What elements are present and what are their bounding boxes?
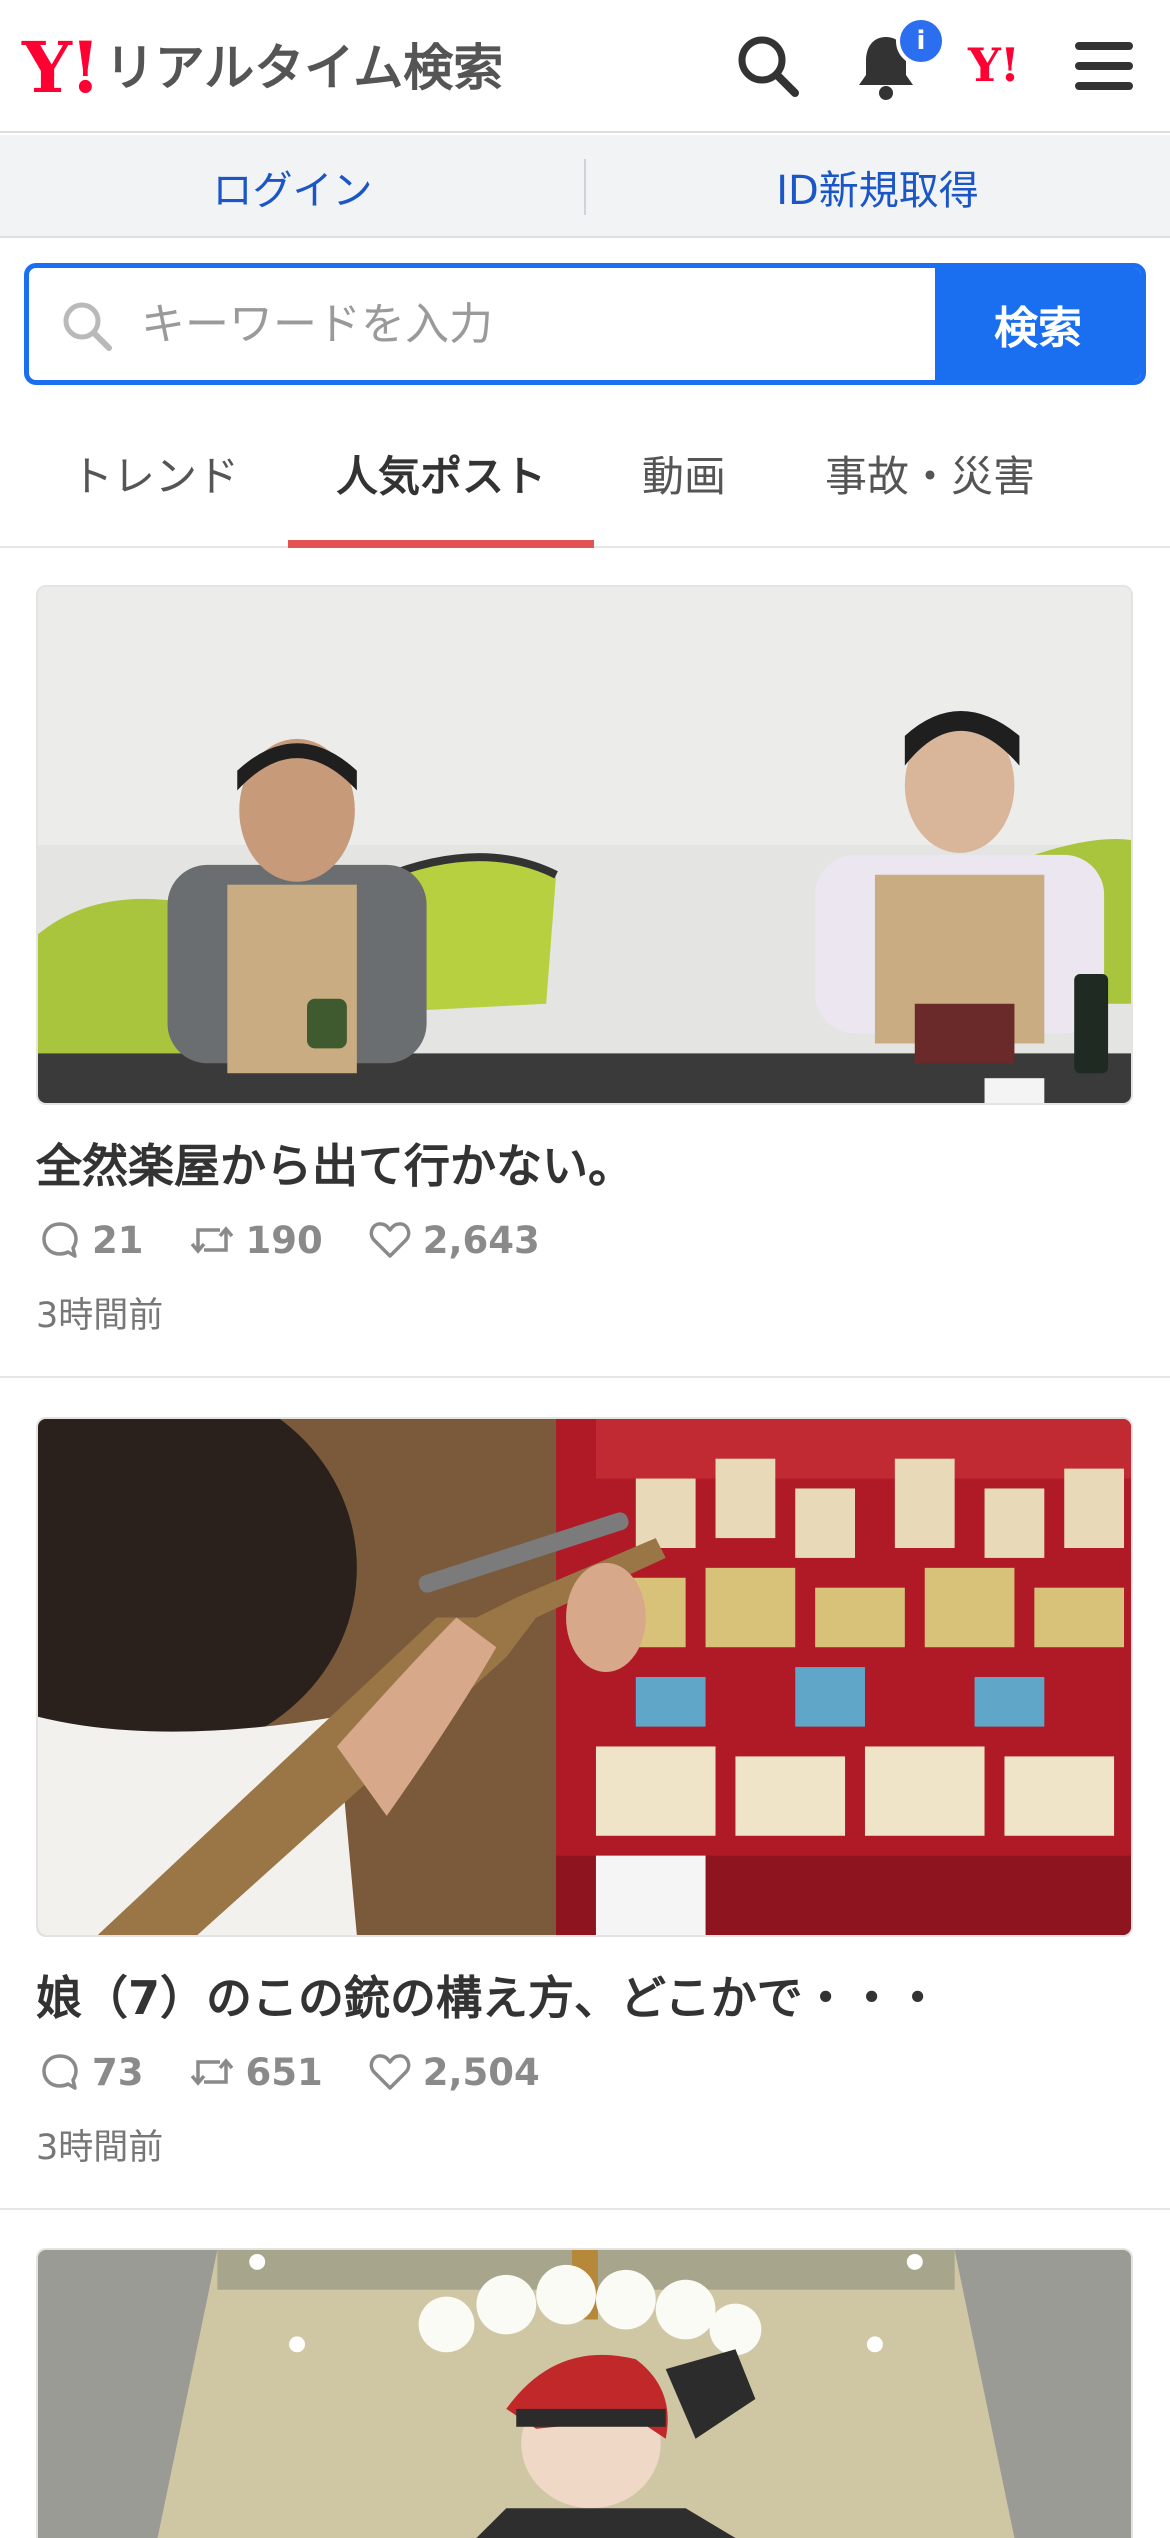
- reply-count-value: 21: [92, 1218, 144, 1262]
- post-card[interactable]: [0, 2248, 1170, 2538]
- realtime-search-title: リアルタイム検索: [104, 39, 504, 97]
- reply-count[interactable]: 21: [40, 1219, 144, 1262]
- login-bar: ログイン ID新規取得: [0, 135, 1170, 238]
- search-button[interactable]: 検索: [935, 268, 1141, 380]
- reply-count[interactable]: 73: [40, 2051, 144, 2094]
- post-title[interactable]: 全然楽屋から出て行かない。: [36, 1130, 1136, 1196]
- post-title[interactable]: 娘（7）のこの銃の構え方、どこかで・・・: [36, 1962, 1136, 2028]
- post-image[interactable]: [36, 1417, 1133, 1937]
- search-icon[interactable]: [730, 28, 806, 104]
- post-stats: 73 651 2,504: [40, 2047, 586, 2097]
- search-bar: 検索: [24, 263, 1146, 385]
- like-count[interactable]: 2,504: [369, 2051, 540, 2094]
- post-image[interactable]: [36, 585, 1133, 1105]
- register-link[interactable]: ID新規取得: [585, 135, 1170, 238]
- repost-count-value: 651: [245, 2050, 323, 2094]
- like-icon: [369, 2054, 411, 2090]
- repost-icon: [190, 1226, 233, 1254]
- post-card[interactable]: 娘（7）のこの銃の構え方、どこかで・・・ 73 651 2,504 3時間前: [0, 1417, 1170, 2210]
- app-header: Y! リアルタイム検索 i Y!: [0, 0, 1170, 133]
- search-field-icon: [63, 302, 112, 351]
- yahoo-realtime-logo[interactable]: Y! リアルタイム検索: [22, 28, 503, 108]
- like-count-value: 2,643: [422, 1218, 540, 1262]
- tab-trend[interactable]: トレンド: [50, 400, 260, 546]
- login-link[interactable]: ログイン: [0, 135, 585, 238]
- tab-accident-disaster[interactable]: 事故・災害: [790, 400, 1070, 546]
- like-count[interactable]: 2,643: [369, 1219, 540, 1262]
- like-icon: [369, 1222, 411, 1258]
- menu-icon[interactable]: [1066, 28, 1142, 104]
- tab-popular-posts[interactable]: 人気ポスト: [288, 400, 594, 548]
- repost-count[interactable]: 190: [190, 1219, 323, 1262]
- repost-count[interactable]: 651: [190, 2051, 323, 2094]
- post-time: 3時間前: [36, 1296, 164, 1336]
- post-image[interactable]: [36, 2248, 1133, 2538]
- notification-badge: i: [896, 16, 946, 66]
- category-tabs: トレンド 人気ポスト 動画 事故・災害: [0, 400, 1170, 548]
- tab-video[interactable]: 動画: [614, 400, 754, 546]
- post-stats: 21 190 2,643: [40, 1215, 586, 1265]
- post-card[interactable]: 全然楽屋から出て行かない。 21 190 2,643 3時間前: [0, 585, 1170, 1378]
- yahoo-logo-mark: Y!: [22, 26, 101, 109]
- like-count-value: 2,504: [422, 2050, 540, 2094]
- repost-count-value: 190: [245, 1218, 323, 1262]
- reply-count-value: 73: [92, 2050, 144, 2094]
- post-time: 3時間前: [36, 2128, 164, 2168]
- repost-icon: [190, 2058, 233, 2086]
- reply-icon: [42, 1222, 78, 1258]
- yahoo-top-link[interactable]: Y!: [968, 38, 1020, 92]
- reply-icon: [42, 2054, 78, 2090]
- search-input[interactable]: [141, 268, 941, 380]
